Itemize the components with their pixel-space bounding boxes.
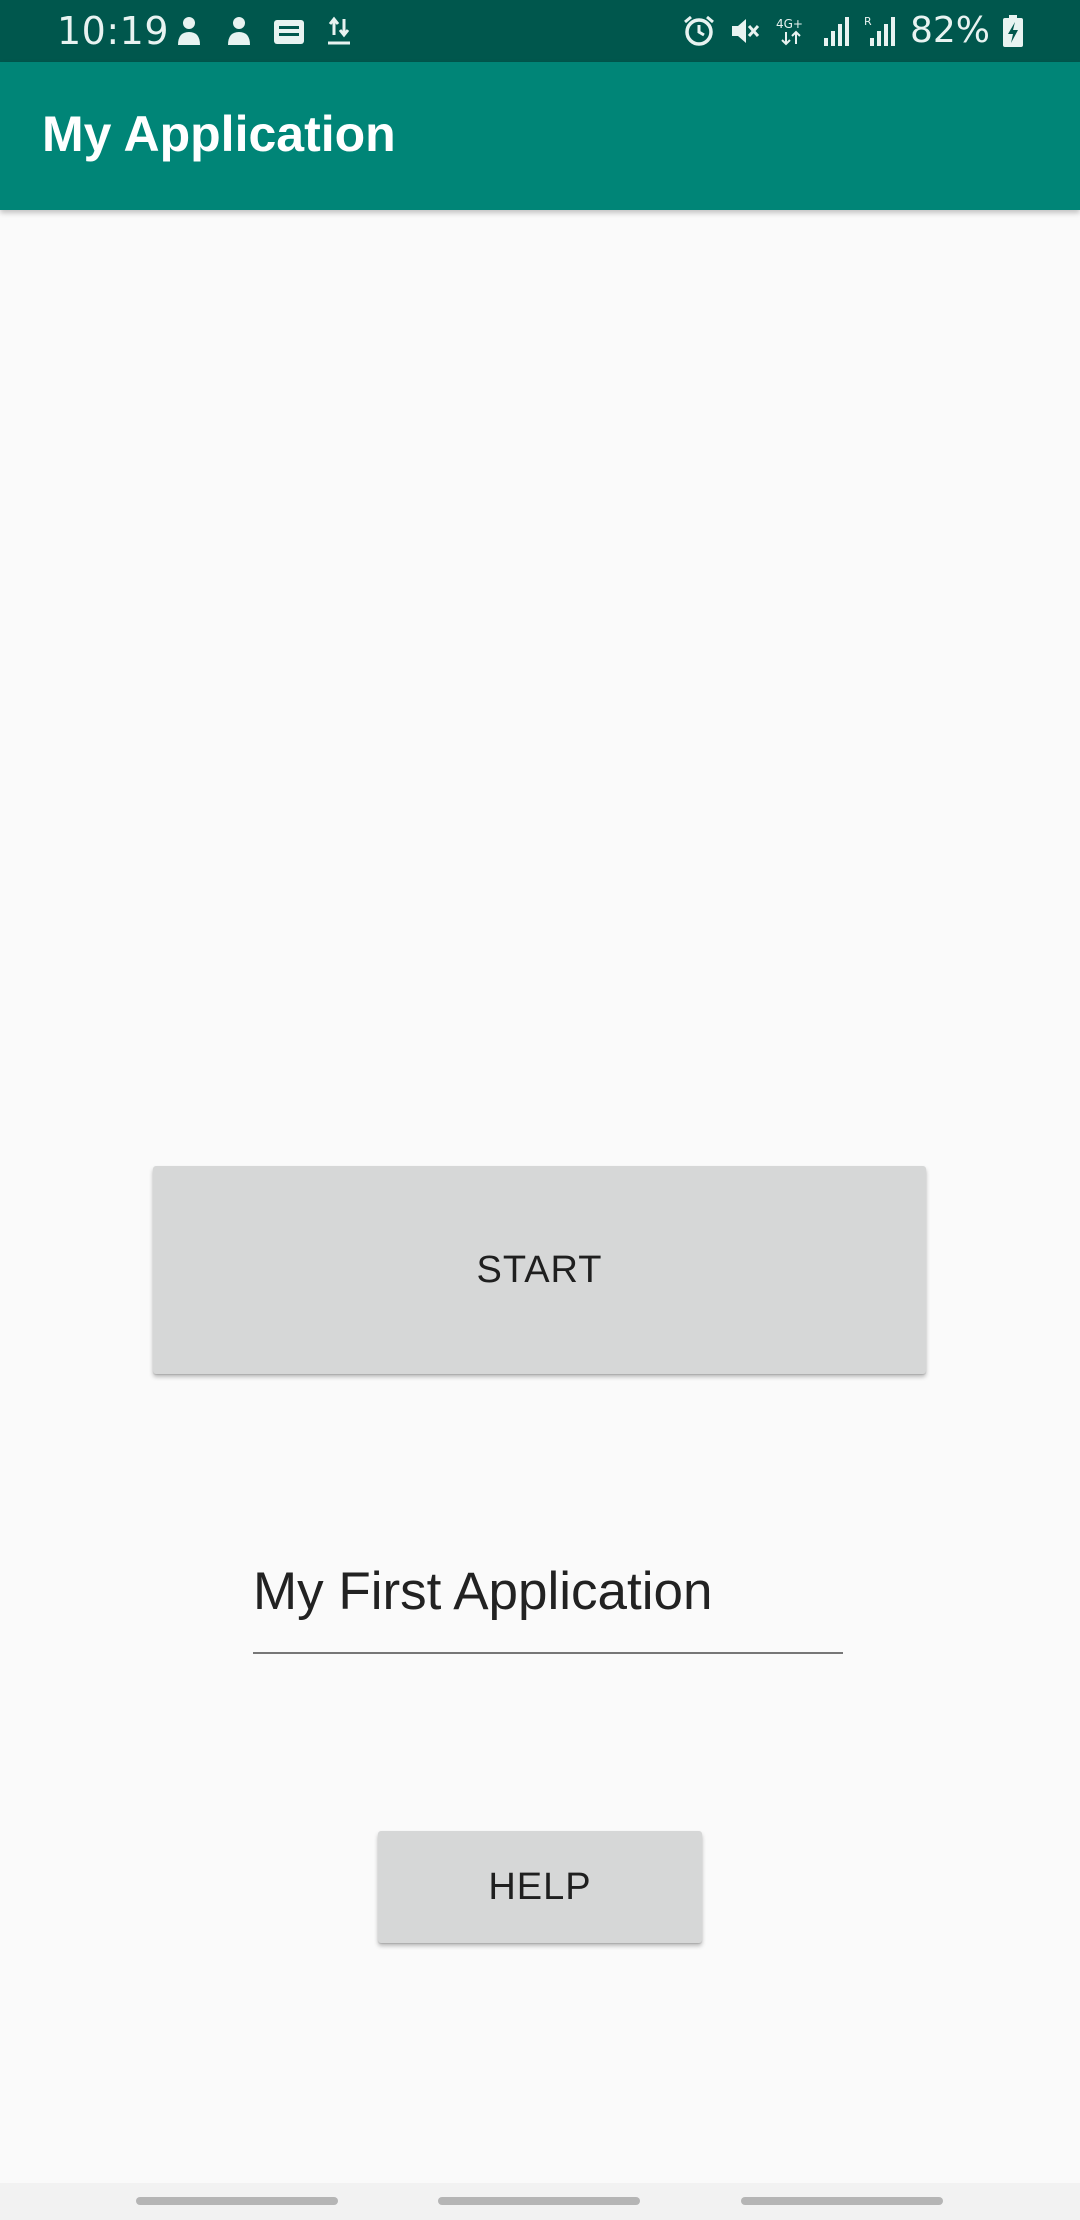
- battery-percentage: 82%: [909, 10, 990, 51]
- status-time: 10:19: [57, 9, 170, 53]
- roaming-signal-icon: R: [864, 14, 898, 48]
- alarm-icon: [682, 14, 716, 48]
- nav-recents-handle[interactable]: [136, 2197, 338, 2205]
- status-bar: 10:19 4G+ R 82%: [0, 0, 1080, 62]
- webtoon-icon: [272, 15, 306, 49]
- transfer-icon: [322, 15, 356, 49]
- battery-charging-icon: [1002, 14, 1024, 48]
- nav-back-handle[interactable]: [741, 2197, 943, 2205]
- app-name-field-value[interactable]: My First Application: [253, 1558, 712, 1626]
- network-4g-icon: 4G+: [774, 14, 810, 48]
- help-button[interactable]: HELP: [378, 1831, 702, 1943]
- app-title: My Application: [42, 106, 396, 162]
- navigation-bar: [0, 2183, 1080, 2220]
- app-name-field[interactable]: My First Application: [253, 1552, 843, 1654]
- svg-text:R: R: [864, 15, 872, 28]
- mute-icon: [728, 14, 762, 48]
- svg-text:4G+: 4G+: [776, 17, 803, 31]
- app-bar: My Application: [0, 62, 1080, 210]
- signal-icon: [822, 14, 852, 48]
- nav-home-handle[interactable]: [438, 2197, 640, 2205]
- status-indicators: 4G+ R 82%: [682, 10, 1024, 52]
- app-notification-icon: [172, 15, 206, 49]
- app-notification-icon: [222, 15, 256, 49]
- notification-icons: [172, 14, 356, 50]
- start-button[interactable]: START: [153, 1166, 926, 1374]
